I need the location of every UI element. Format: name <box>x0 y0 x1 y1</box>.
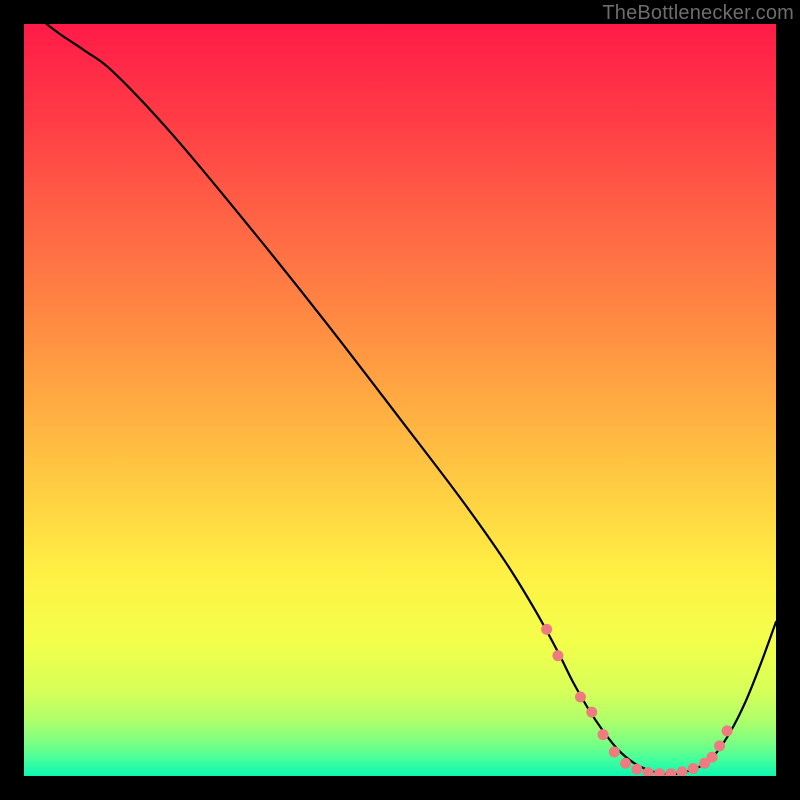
marker-dot <box>714 740 725 751</box>
marker-dot <box>688 763 699 774</box>
marker-dot <box>631 764 642 775</box>
marker-dot <box>722 725 733 736</box>
attribution-label: TheBottlenecker.com <box>602 2 794 25</box>
chart-background <box>24 24 776 776</box>
marker-dot <box>609 746 620 757</box>
marker-dot <box>620 758 631 769</box>
marker-dot <box>541 624 552 635</box>
marker-dot <box>707 752 718 763</box>
marker-dot <box>575 692 586 703</box>
marker-dot <box>586 707 597 718</box>
marker-dot <box>598 729 609 740</box>
chart-plot <box>24 24 776 776</box>
marker-dot <box>552 650 563 661</box>
chart-frame <box>24 24 776 776</box>
